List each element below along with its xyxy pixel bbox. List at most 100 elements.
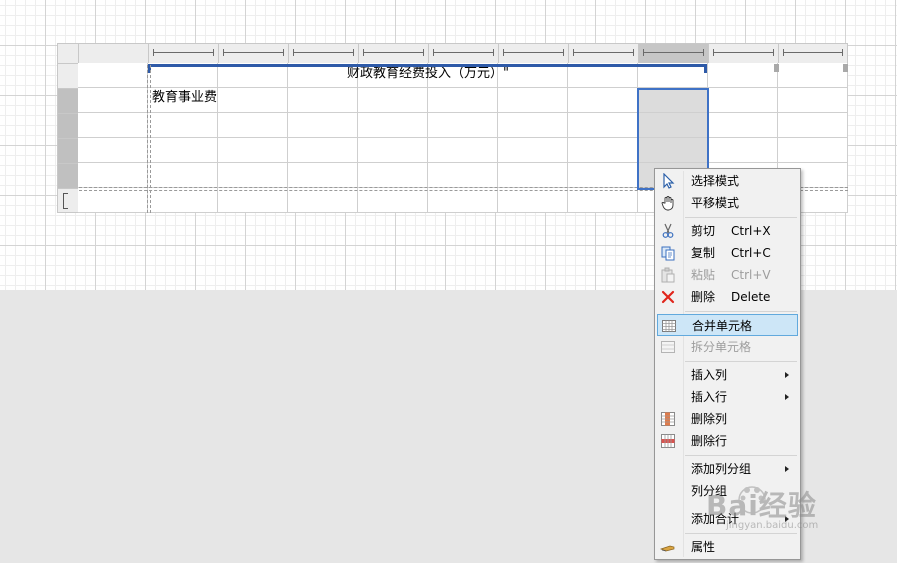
row-header-selected[interactable] bbox=[57, 163, 79, 189]
grid-cell[interactable] bbox=[148, 113, 218, 138]
split-cells-icon bbox=[660, 339, 676, 355]
row-bracket-icon bbox=[63, 193, 68, 209]
grid-cell[interactable] bbox=[288, 163, 358, 188]
grid-cell[interactable] bbox=[778, 88, 848, 113]
column-header-selected[interactable] bbox=[638, 43, 709, 64]
watermark-text: Bai经验 bbox=[706, 489, 817, 522]
menu-item-label: 删除行 bbox=[691, 434, 728, 448]
grid-cell[interactable] bbox=[498, 188, 568, 213]
column-header[interactable] bbox=[78, 43, 149, 64]
menu-item-pan-mode[interactable]: 平移模式 bbox=[657, 192, 798, 214]
grid-cell[interactable] bbox=[568, 88, 638, 113]
grid-cell[interactable] bbox=[568, 113, 638, 138]
grid-cell[interactable] bbox=[358, 188, 428, 213]
menu-item-delete-row[interactable]: 删除行 bbox=[657, 430, 798, 452]
menu-item-label: 粘贴 bbox=[691, 268, 716, 282]
row-header-band[interactable] bbox=[57, 188, 79, 213]
grid-corner[interactable] bbox=[57, 43, 79, 64]
menu-item-paste[interactable]: 粘贴 Ctrl+V bbox=[657, 264, 798, 286]
grid-cell[interactable] bbox=[78, 113, 148, 138]
grid-cell[interactable] bbox=[498, 88, 568, 113]
grid-cell[interactable] bbox=[288, 88, 358, 113]
row-header-selected[interactable] bbox=[57, 113, 79, 139]
grid-cell[interactable] bbox=[148, 188, 218, 213]
menu-item-merge-cells[interactable]: 合并单元格 bbox=[657, 314, 798, 336]
grid-cell[interactable] bbox=[78, 88, 148, 113]
baidu-jingyan-watermark: Bai经验 jingyan.baidu.com bbox=[690, 480, 850, 540]
grid-cell[interactable] bbox=[708, 88, 778, 113]
grid-cell[interactable] bbox=[568, 163, 638, 188]
column-header[interactable] bbox=[148, 43, 219, 64]
menu-item-label: 合并单元格 bbox=[692, 319, 753, 333]
grid-cell[interactable] bbox=[568, 138, 638, 163]
grid-cell[interactable] bbox=[498, 138, 568, 163]
red-x-icon bbox=[660, 289, 676, 305]
grid-cell[interactable] bbox=[218, 163, 288, 188]
row-header[interactable] bbox=[57, 63, 79, 89]
grid-cell[interactable] bbox=[78, 138, 148, 163]
column-header[interactable] bbox=[778, 43, 848, 64]
row-label-cell[interactable]: 教育事业费 bbox=[152, 88, 217, 108]
grid-cell[interactable] bbox=[778, 113, 848, 138]
grid-cell[interactable] bbox=[358, 138, 428, 163]
row-label-text: 教育事业费 bbox=[152, 90, 218, 105]
column-header[interactable] bbox=[358, 43, 429, 64]
grid-cell[interactable] bbox=[708, 113, 778, 138]
grid-cell[interactable] bbox=[358, 163, 428, 188]
grid-cell[interactable] bbox=[428, 138, 498, 163]
title-cell[interactable]: 财政教育经费投入（万元）" bbox=[149, 65, 707, 85]
grid-cell[interactable] bbox=[428, 88, 498, 113]
submenu-arrow-icon bbox=[785, 394, 789, 400]
grid-cell[interactable] bbox=[708, 138, 778, 163]
menu-item-label: 复制 bbox=[691, 246, 716, 260]
grid-cell[interactable] bbox=[78, 163, 148, 188]
grid-cell[interactable] bbox=[148, 138, 218, 163]
column-header[interactable] bbox=[428, 43, 499, 64]
grid-cell[interactable] bbox=[778, 63, 848, 88]
menu-item-insert-column[interactable]: 插入列 bbox=[657, 364, 798, 386]
menu-item-insert-row[interactable]: 插入行 bbox=[657, 386, 798, 408]
grid-cell[interactable] bbox=[218, 88, 288, 113]
menu-item-delete[interactable]: 删除 Delete bbox=[657, 286, 798, 308]
grid-cell[interactable] bbox=[358, 88, 428, 113]
menu-item-cut[interactable]: 剪切 Ctrl+X bbox=[657, 220, 798, 242]
grid-cell[interactable] bbox=[498, 163, 568, 188]
menu-separator bbox=[685, 361, 797, 362]
grid-cell[interactable] bbox=[568, 188, 638, 213]
grid-cell[interactable] bbox=[218, 138, 288, 163]
menu-item-split-cells[interactable]: 拆分单元格 bbox=[657, 336, 798, 358]
menu-item-add-column-group[interactable]: 添加列分组 bbox=[657, 458, 798, 480]
grid-cell[interactable] bbox=[288, 113, 358, 138]
menu-item-label: 添加列分组 bbox=[691, 462, 752, 476]
menu-separator bbox=[685, 217, 797, 218]
row-header-selected[interactable] bbox=[57, 138, 79, 164]
grid-cell[interactable] bbox=[358, 113, 428, 138]
grid-cell[interactable] bbox=[288, 138, 358, 163]
grid-cell[interactable] bbox=[218, 113, 288, 138]
submenu-arrow-icon bbox=[785, 372, 789, 378]
menu-item-delete-column[interactable]: 删除列 bbox=[657, 408, 798, 430]
grid-cell[interactable] bbox=[708, 63, 778, 88]
grid-cell[interactable] bbox=[288, 188, 358, 213]
column-header[interactable] bbox=[498, 43, 569, 64]
column-header[interactable] bbox=[218, 43, 289, 64]
grid-cell[interactable] bbox=[78, 188, 148, 213]
column-header[interactable] bbox=[288, 43, 359, 64]
watermark-subtext: jingyan.baidu.com bbox=[726, 520, 819, 531]
grid-cell[interactable] bbox=[778, 138, 848, 163]
menu-item-label: 插入行 bbox=[691, 390, 728, 404]
row-header-selected[interactable] bbox=[57, 88, 79, 114]
grid-cell[interactable] bbox=[428, 113, 498, 138]
menu-item-shortcut: Ctrl+X bbox=[731, 224, 771, 238]
grid-cell[interactable] bbox=[498, 113, 568, 138]
column-header[interactable] bbox=[568, 43, 639, 64]
grid-cell[interactable] bbox=[78, 63, 148, 88]
column-header[interactable] bbox=[708, 43, 779, 64]
grid-cell[interactable] bbox=[428, 163, 498, 188]
grid-cell[interactable] bbox=[218, 188, 288, 213]
menu-item-select-mode[interactable]: 选择模式 bbox=[657, 170, 798, 192]
grid-cell[interactable] bbox=[428, 188, 498, 213]
grid-cell[interactable] bbox=[148, 163, 218, 188]
menu-item-copy[interactable]: 复制 Ctrl+C bbox=[657, 242, 798, 264]
menu-separator bbox=[685, 311, 797, 312]
